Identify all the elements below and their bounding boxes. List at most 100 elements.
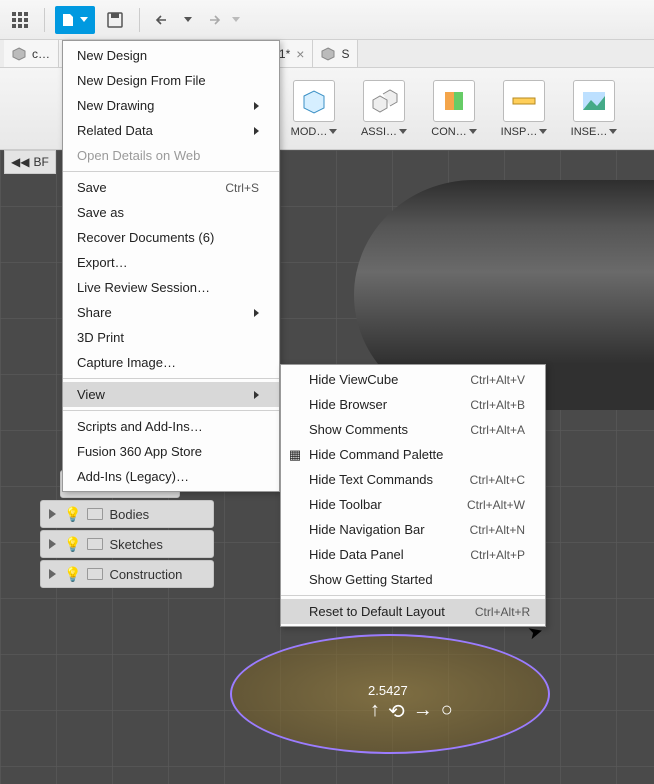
menu-item-label: Hide Command Palette (309, 447, 443, 462)
menu-item[interactable]: Scripts and Add-Ins… (63, 414, 279, 439)
menu-item[interactable]: Save as (63, 200, 279, 225)
menu-item[interactable]: Share (63, 300, 279, 325)
menu-item-label: Hide Data Panel (309, 547, 404, 562)
file-menu-button[interactable] (55, 6, 95, 34)
menu-item[interactable]: Hide Text Commands Ctrl+Alt+C (281, 467, 545, 492)
save-button[interactable] (101, 6, 129, 34)
redo-button[interactable] (198, 6, 226, 34)
lightbulb-icon[interactable]: 💡 (64, 506, 81, 523)
menu-item-label: Show Comments (309, 422, 408, 437)
menu-item[interactable]: Show CommentsCtrl+Alt+A (281, 417, 545, 442)
menu-item[interactable]: New Design (63, 43, 279, 68)
ruler-icon (503, 80, 545, 122)
menu-item[interactable]: Show Getting Started (281, 567, 545, 592)
collapse-icon[interactable]: ◀◀ (11, 155, 29, 169)
tab-label: S (341, 47, 349, 61)
tree-node-sketches[interactable]: 💡 Sketches (40, 530, 214, 558)
box-icon (293, 80, 335, 122)
ribbon-label: MOD… (291, 126, 328, 138)
menu-item[interactable]: View (63, 382, 279, 407)
menu-item[interactable]: New Design From File (63, 68, 279, 93)
menu-item[interactable]: SaveCtrl+S (63, 175, 279, 200)
menu-shortcut: Ctrl+Alt+V (470, 373, 525, 387)
menu-shortcut: Ctrl+Alt+C (470, 473, 525, 487)
expand-icon[interactable] (49, 539, 56, 549)
menu-separator (281, 595, 545, 596)
apps-grid-button[interactable] (6, 6, 34, 34)
menu-item-label: Add-Ins (Legacy)… (77, 469, 189, 484)
check-icon: ▦ (287, 447, 303, 463)
folder-icon (87, 538, 103, 550)
menu-item-label: Show Getting Started (309, 572, 433, 587)
browser-title: BF (33, 155, 48, 169)
separator (44, 8, 45, 32)
document-tab[interactable]: S (313, 40, 358, 67)
menu-item-label: New Design From File (77, 73, 206, 88)
ribbon-tool-inspect[interactable]: INSP… (498, 80, 550, 138)
tree-node-bodies[interactable]: 💡 Bodies (40, 500, 214, 528)
menu-item[interactable]: Recover Documents (6) (63, 225, 279, 250)
file-icon (62, 13, 76, 27)
menu-separator (63, 378, 279, 379)
redo-dropdown-icon[interactable] (232, 17, 240, 22)
menu-item-label: 3D Print (77, 330, 124, 345)
undo-dropdown-icon[interactable] (184, 17, 192, 22)
ribbon-tool-model[interactable]: MOD… (288, 80, 340, 138)
menu-item[interactable]: Add-Ins (Legacy)… (63, 464, 279, 489)
menu-shortcut: Ctrl+Alt+R (475, 605, 530, 619)
menu-item-label: Recover Documents (6) (77, 230, 214, 245)
menu-item[interactable]: Reset to Default Layout Ctrl+Alt+R (281, 599, 545, 624)
menu-item[interactable]: Hide Toolbar Ctrl+Alt+W (281, 492, 545, 517)
menu-item-label: View (77, 387, 105, 402)
browser-panel-header[interactable]: ◀◀ BF (4, 150, 56, 174)
ribbon-label: INSP… (501, 126, 538, 138)
undo-button[interactable] (150, 6, 178, 34)
submenu-arrow-icon (254, 391, 259, 399)
menu-item-label: Save (77, 180, 107, 195)
lightbulb-icon[interactable]: 💡 (64, 536, 81, 553)
menu-item-label: Reset to Default Layout (309, 604, 445, 619)
move-manipulator[interactable]: ↑ ⟲ → ○ (370, 699, 453, 724)
menu-shortcut: Ctrl+Alt+W (467, 498, 525, 512)
arrow-up-icon[interactable]: ↑ (370, 699, 380, 724)
menu-item-label: Export… (77, 255, 128, 270)
rotate-icon[interactable]: ⟲ (388, 699, 405, 724)
menu-item[interactable]: Hide ViewCubeCtrl+Alt+V (281, 367, 545, 392)
menu-item[interactable]: Fusion 360 App Store (63, 439, 279, 464)
grid-icon (12, 12, 28, 28)
menu-item-label: Save as (77, 205, 124, 220)
caret-down-icon (609, 129, 617, 134)
ribbon-tool-assemble[interactable]: ASSI… (358, 80, 410, 138)
menu-item[interactable]: New Drawing (63, 93, 279, 118)
ribbon-tool-insert[interactable]: INSE… (568, 80, 620, 138)
menu-item[interactable]: Hide Navigation BarCtrl+Alt+N (281, 517, 545, 542)
folder-icon (87, 568, 103, 580)
tree-node-construction[interactable]: 💡 Construction (40, 560, 214, 588)
submenu-arrow-icon (254, 102, 259, 110)
boxes-icon (363, 80, 405, 122)
ribbon-label: INSE… (571, 126, 608, 138)
menu-item[interactable]: Export… (63, 250, 279, 275)
menu-item-label: Hide Browser (309, 397, 387, 412)
menu-item[interactable]: Hide Browser Ctrl+Alt+B (281, 392, 545, 417)
menu-shortcut: Ctrl+Alt+B (470, 398, 525, 412)
menu-item[interactable]: 3D Print (63, 325, 279, 350)
arrow-right-icon[interactable]: → (413, 699, 433, 724)
document-tab[interactable]: c… (4, 40, 59, 67)
menu-item[interactable]: Hide Data PanelCtrl+Alt+P (281, 542, 545, 567)
ribbon-tool-construct[interactable]: CON… (428, 80, 480, 138)
handle-icon[interactable]: ○ (441, 699, 453, 724)
folder-icon (87, 508, 103, 520)
expand-icon[interactable] (49, 509, 56, 519)
dimension-label[interactable]: 2.5427 (368, 683, 408, 698)
menu-item-label: Hide Text Commands (309, 472, 433, 487)
menu-item[interactable]: Live Review Session… (63, 275, 279, 300)
cube-icon (12, 47, 26, 61)
menu-item-label: Hide Toolbar (309, 497, 382, 512)
lightbulb-icon[interactable]: 💡 (64, 566, 81, 583)
menu-item[interactable]: ▦ Hide Command Palette (281, 442, 545, 467)
expand-icon[interactable] (49, 569, 56, 579)
menu-item[interactable]: Capture Image… (63, 350, 279, 375)
menu-item[interactable]: Related Data (63, 118, 279, 143)
close-tab-button[interactable]: × (296, 46, 304, 62)
